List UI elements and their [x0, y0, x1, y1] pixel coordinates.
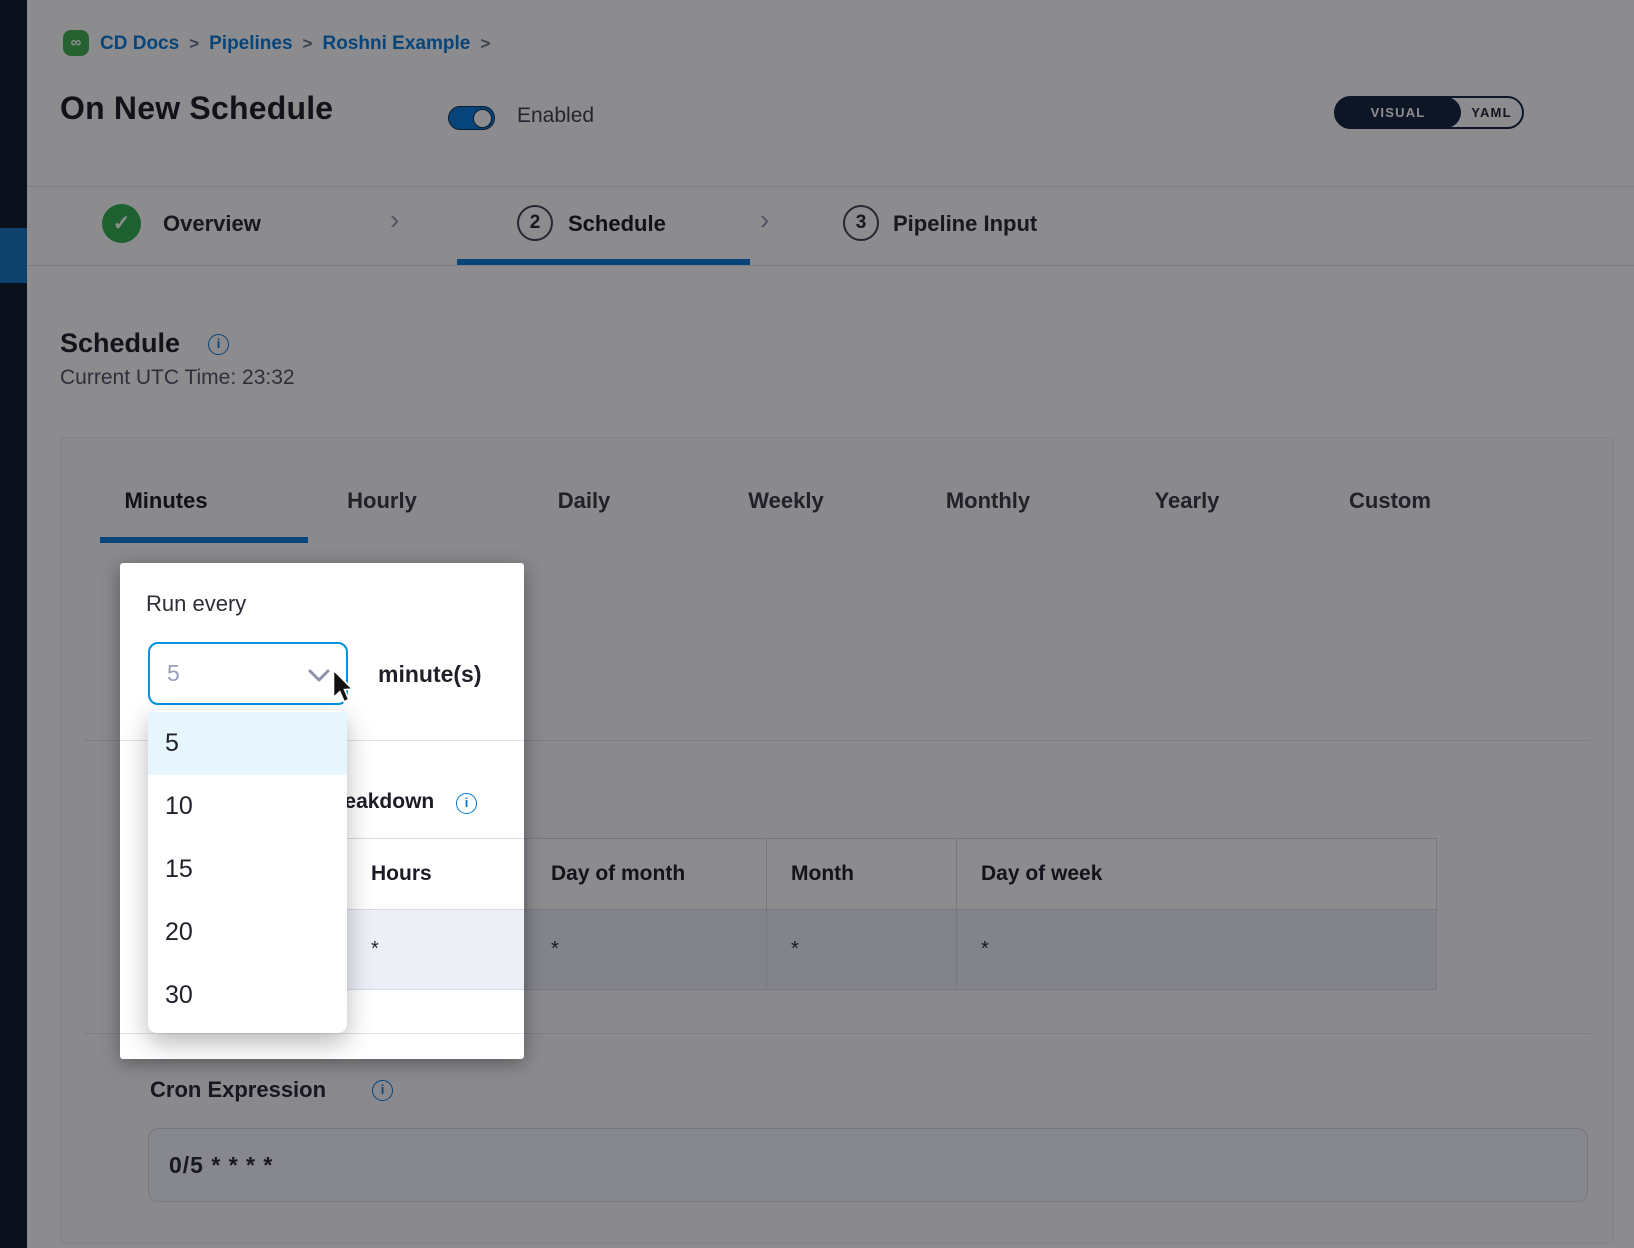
- table-cell: *: [346, 910, 524, 989]
- minutes-select[interactable]: 5: [148, 642, 348, 705]
- minutes-unit-label: minute(s): [378, 661, 482, 688]
- run-every-label: Run every: [146, 591, 246, 617]
- dropdown-option-30[interactable]: 30: [148, 964, 347, 1027]
- minutes-select-dropdown: 5 10 15 20 30: [148, 710, 347, 1033]
- section-divider: [120, 1033, 524, 1034]
- cursor-icon: [330, 670, 356, 709]
- minutes-select-value: 5: [150, 660, 180, 687]
- dropdown-option-20[interactable]: 20: [148, 901, 347, 964]
- dropdown-option-5[interactable]: 5: [148, 712, 347, 775]
- info-icon[interactable]: [456, 793, 477, 814]
- dropdown-option-15[interactable]: 15: [148, 838, 347, 901]
- dropdown-option-10[interactable]: 10: [148, 775, 347, 838]
- column-header: Hours: [346, 839, 524, 910]
- chevron-down-icon: [308, 669, 330, 688]
